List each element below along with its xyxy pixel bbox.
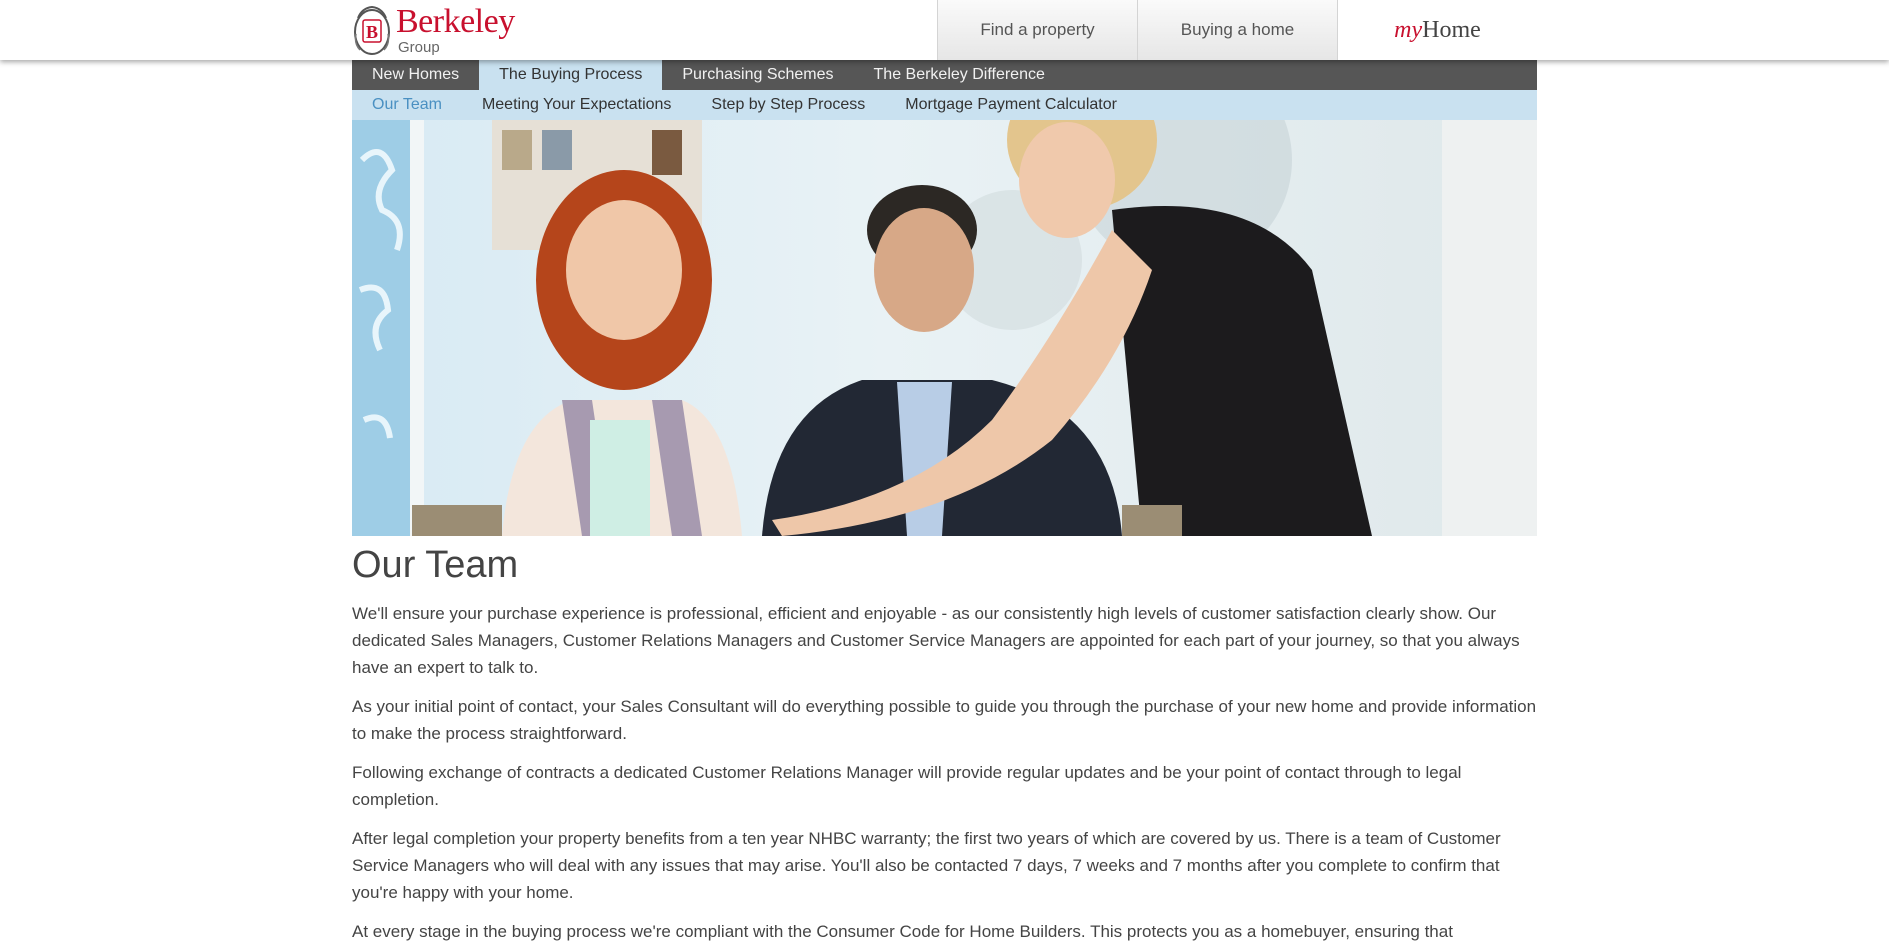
sub-nav-our-team[interactable]: Our Team [352, 96, 462, 114]
myhome-home: Home [1422, 16, 1481, 43]
crest-icon: B [354, 5, 390, 55]
warranty-paragraph: After legal completion your property ben… [352, 829, 1501, 902]
sub-nav-meeting-expectations[interactable]: Meeting Your Expectations [462, 96, 691, 114]
logo-name: Berkeley [396, 3, 515, 40]
find-a-property-link[interactable]: Find a property [937, 0, 1137, 60]
sales-consultant-paragraph: As your initial point of contact, your S… [352, 697, 1537, 743]
myhome-link[interactable]: my Home [1337, 0, 1537, 60]
logo-sub: Group [398, 39, 440, 56]
sub-nav: Our Team Meeting Your Expectations Step … [352, 90, 1537, 120]
sub-nav-mortgage-calculator[interactable]: Mortgage Payment Calculator [885, 96, 1137, 114]
top-links: Find a property Buying a home my Home [937, 0, 1537, 60]
hero-image [352, 120, 1537, 536]
main-nav-new-homes[interactable]: New Homes [352, 60, 479, 90]
berkeley-logo[interactable]: B Berkeley Group [352, 4, 515, 56]
main-nav-buying-process[interactable]: The Buying Process [479, 60, 663, 90]
sub-nav-step-by-step[interactable]: Step by Step Process [691, 96, 885, 114]
myhome-my: my [1394, 16, 1423, 43]
crest-letter: B [366, 22, 378, 42]
team-photo [352, 120, 1537, 536]
main-nav-purchasing-schemes[interactable]: Purchasing Schemes [662, 60, 853, 90]
main-nav: New Homes The Buying Process Purchasing … [352, 60, 1537, 90]
main-content: Our Team We'll ensure your purchase expe… [352, 540, 1537, 945]
intro-paragraph: We'll ensure your purchase experience is… [352, 604, 1520, 677]
page-title: Our Team [352, 544, 519, 586]
consumer-code-paragraph: At every stage in the buying process we'… [352, 922, 1453, 941]
logo-text: Berkeley Group [396, 3, 515, 56]
header-inner: B Berkeley Group Find a property Buying … [352, 0, 1537, 60]
main-nav-berkeley-difference[interactable]: The Berkeley Difference [854, 60, 1065, 90]
site-header: B Berkeley Group Find a property Buying … [0, 0, 1889, 60]
buying-a-home-link[interactable]: Buying a home [1137, 0, 1337, 60]
customer-relations-paragraph: Following exchange of contracts a dedica… [352, 763, 1462, 809]
